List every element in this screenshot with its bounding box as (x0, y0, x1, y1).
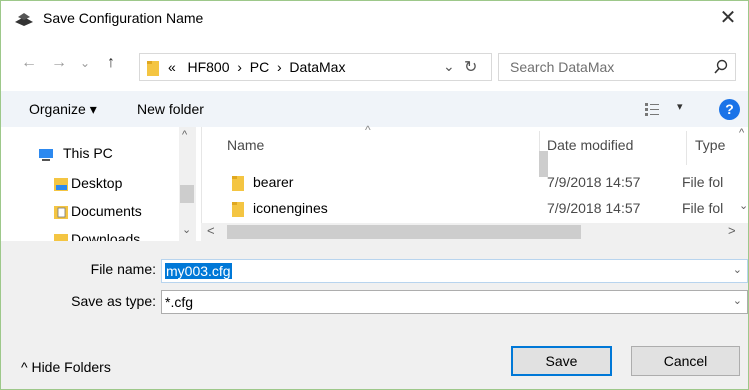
tree-item-desktop[interactable]: Desktop (1, 171, 179, 197)
search-icon[interactable] (713, 59, 729, 75)
scroll-thumb[interactable] (227, 225, 581, 239)
file-name-value: my003.cfg (165, 263, 232, 279)
tree-item-label: Documents (71, 203, 142, 219)
file-row[interactable]: bearer 7/9/2018 14:57 File fol (202, 171, 740, 195)
file-name: bearer (253, 174, 294, 190)
new-folder-button[interactable]: New folder (137, 101, 204, 117)
desktop-folder-icon (54, 178, 68, 191)
refresh-button[interactable]: ↻ (464, 57, 477, 77)
column-divider[interactable] (686, 131, 687, 165)
view-options-icon[interactable] (644, 101, 660, 117)
breadcrumb-hf800[interactable]: HF800 (187, 59, 229, 75)
file-list-horizontal-scrollbar[interactable]: < > (201, 223, 748, 241)
tree-item-label: Downloads (71, 231, 141, 241)
file-name-dropdown-arrow[interactable]: ⌄ (733, 263, 742, 276)
file-list-vertical-scroll-thumb[interactable] (539, 151, 548, 177)
breadcrumb-overflow[interactable]: « (168, 59, 176, 75)
close-button[interactable]: ✕ (718, 7, 738, 29)
file-name-field[interactable]: my003.cfg ⌄ (161, 259, 748, 283)
help-icon[interactable]: ? (719, 99, 740, 120)
app-icon (15, 13, 33, 26)
command-toolbar: Organize ▾ New folder ▾ ? (1, 91, 748, 127)
breadcrumb-pc[interactable]: PC (250, 59, 269, 75)
scroll-left-arrow[interactable]: < (207, 223, 215, 238)
folder-icon (232, 202, 244, 217)
save-as-type-value: *.cfg (165, 294, 194, 310)
tree-scrollbar[interactable]: ^ ⌄ (179, 127, 196, 241)
breadcrumb-datamax[interactable]: DataMax (289, 59, 345, 75)
sort-indicator-icon: ^ (365, 123, 371, 137)
save-dialog: Save Configuration Name ✕ ← → ⌄ ↑ « HF80… (0, 0, 749, 390)
tree-item-label: This PC (63, 145, 113, 161)
file-type: File fol (682, 174, 724, 190)
address-bar[interactable]: « HF800 › PC › DataMax ⌄ ↻ (139, 53, 492, 81)
file-list-scroll-down-arrow[interactable]: ⌄ (739, 199, 748, 212)
folder-icon (232, 176, 244, 191)
hide-folders-button[interactable]: ^ Hide Folders (21, 359, 111, 375)
save-as-type-label: Save as type: (71, 293, 156, 309)
computer-icon (39, 149, 53, 161)
back-button[interactable]: ← (19, 53, 39, 73)
forward-button[interactable]: → (49, 53, 69, 73)
file-date: 7/9/2018 14:57 (547, 200, 641, 216)
file-list-scroll-up-arrow[interactable]: ^ (739, 127, 744, 139)
cancel-button[interactable]: Cancel (631, 346, 740, 376)
navigation-pane: This PC Desktop Documents Downloads ^ ⌄ (1, 127, 201, 241)
save-as-type-dropdown-arrow[interactable]: ⌄ (733, 294, 742, 307)
breadcrumb-separator: › (276, 59, 282, 75)
recent-locations-button[interactable]: ⌄ (75, 53, 95, 73)
search-input[interactable]: Search DataMax (510, 59, 614, 75)
tree-item-label: Desktop (71, 175, 123, 191)
file-name-input[interactable]: my003.cfg (165, 263, 232, 279)
navigation-bar: ← → ⌄ ↑ « HF800 › PC › DataMax ⌄ ↻ Searc… (1, 39, 748, 91)
file-type: File fol (682, 200, 724, 216)
file-name-label: File name: (90, 261, 156, 277)
tree-item-documents[interactable]: Documents (1, 199, 179, 225)
scroll-down-arrow[interactable]: ⌄ (182, 223, 191, 236)
title-bar: Save Configuration Name ✕ (1, 1, 748, 35)
up-button[interactable]: ↑ (101, 53, 121, 73)
scroll-right-arrow[interactable]: > (728, 223, 736, 238)
save-as-type-select[interactable]: *.cfg ⌄ (161, 290, 748, 314)
folder-icon (147, 61, 159, 76)
tree-item-downloads[interactable]: Downloads (1, 227, 179, 241)
column-header-type[interactable]: Type (695, 137, 725, 153)
save-button[interactable]: Save (511, 346, 612, 376)
breadcrumb-separator: › (237, 59, 242, 75)
scroll-up-arrow[interactable]: ^ (182, 129, 187, 141)
address-dropdown-button[interactable]: ⌄ (443, 58, 455, 75)
organize-button[interactable]: Organize ▾ (29, 101, 97, 118)
documents-folder-icon (54, 206, 68, 219)
file-row[interactable]: iconengines 7/9/2018 14:57 File fol (202, 197, 740, 221)
scroll-thumb[interactable] (180, 185, 194, 203)
column-header-date-modified[interactable]: Date modified (547, 137, 633, 153)
view-options-dropdown[interactable]: ▾ (677, 100, 683, 113)
tree-item-this-pc[interactable]: This PC (1, 141, 179, 167)
file-date: 7/9/2018 14:57 (547, 174, 641, 190)
file-name: iconengines (253, 200, 328, 216)
window-title: Save Configuration Name (43, 10, 204, 26)
downloads-folder-icon (54, 234, 68, 241)
column-header-name[interactable]: Name (227, 137, 264, 153)
search-box[interactable]: Search DataMax (498, 53, 736, 81)
breadcrumb: « HF800 › PC › DataMax (168, 59, 345, 75)
